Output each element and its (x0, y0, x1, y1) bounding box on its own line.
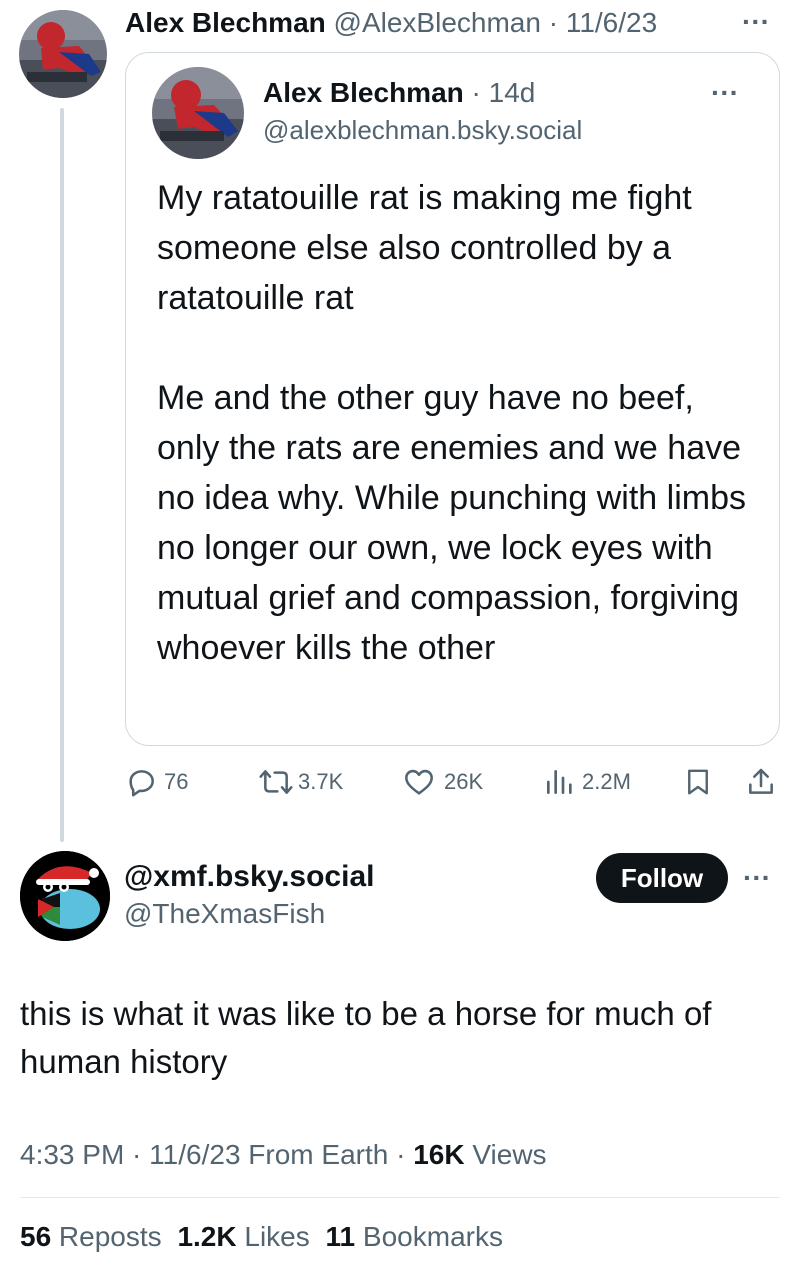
parent-separator: · (540, 7, 566, 38)
bookmarks-stat[interactable]: 11 Bookmarks (326, 1221, 503, 1252)
reply-author-handle[interactable]: @TheXmasFish (124, 896, 325, 932)
meta-separator-2: · (388, 1139, 414, 1170)
reply-more-icon[interactable]: ··· (743, 860, 771, 896)
follow-button[interactable]: Follow (596, 853, 728, 903)
meta-views-label: Views (464, 1139, 547, 1170)
share-button[interactable] (745, 762, 777, 802)
share-icon (749, 768, 773, 794)
views-button[interactable]: 2.2M (542, 762, 631, 802)
parent-author-handle[interactable]: @AlexBlechman (334, 7, 541, 38)
quoted-more-icon[interactable]: ··· (711, 75, 739, 111)
thread-line (60, 108, 64, 842)
reply-author-name[interactable]: @xmf.bsky.social (124, 858, 374, 896)
likes-count: 1.2K (177, 1221, 237, 1252)
like-count: 26K (444, 769, 484, 794)
quoted-author-name: Alex Blechman (263, 77, 464, 108)
quoted-age: 14d (488, 77, 536, 108)
reposts-label: Reposts (51, 1221, 162, 1252)
parent-avatar[interactable] (19, 10, 107, 98)
likes-label: Likes (236, 1221, 310, 1252)
reply-avatar[interactable] (20, 851, 110, 941)
quoted-handle: @alexblechman.bsky.social (263, 115, 583, 145)
reply-text: this is what it was like to be a horse f… (20, 995, 712, 1080)
reposts-count: 56 (20, 1221, 52, 1252)
bookmark-icon (688, 769, 708, 795)
meta-time[interactable]: 4:33 PM (20, 1139, 124, 1170)
meta-views-count: 16K (413, 1139, 465, 1170)
parent-date[interactable]: 11/6/23 (566, 7, 657, 38)
like-icon (405, 769, 433, 795)
quoted-post-card[interactable]: Alex Blechman · 14d @alexblechman.bsky.s… (125, 52, 780, 746)
bookmarks-count: 11 (325, 1221, 356, 1252)
quoted-separator: · (471, 77, 481, 108)
bookmark-button[interactable] (683, 762, 713, 802)
parent-header: Alex Blechman @AlexBlechman · 11/6/23 (125, 4, 657, 44)
meta-separator-1: · (124, 1139, 150, 1170)
parent-more-icon[interactable]: ··· (742, 4, 770, 40)
repost-count: 3.7K (298, 769, 344, 794)
views-icon (547, 770, 572, 794)
like-button[interactable]: 26K (402, 762, 483, 802)
quoted-avatar (152, 67, 244, 159)
quoted-paragraph-1: My ratatouille rat is making me fight so… (157, 179, 692, 317)
divider (20, 1197, 780, 1198)
engagement-stats: 56 Reposts 1.2K Likes 11 Bookmarks (20, 1218, 503, 1256)
parent-author-name[interactable]: Alex Blechman (125, 7, 326, 38)
reply-count: 76 (164, 769, 189, 794)
reply-meta: 4:33 PM · 11/6/23 From Earth · 16K Views (20, 1136, 547, 1174)
views-count: 2.2M (582, 769, 631, 794)
bookmarks-label: Bookmarks (355, 1221, 503, 1252)
repost-button[interactable]: 3.7K (258, 762, 343, 802)
repost-icon (259, 770, 293, 794)
quoted-header: Alex Blechman · 14d (263, 75, 535, 111)
quoted-paragraph-2: Me and the other guy have no beef, only … (157, 379, 746, 667)
meta-date-source: 11/6/23 From Earth (149, 1139, 389, 1170)
reply-icon (129, 770, 154, 797)
reposts-stat[interactable]: 56 Reposts (20, 1221, 162, 1252)
likes-stat[interactable]: 1.2K Likes (177, 1221, 309, 1252)
reply-button[interactable]: 76 (126, 762, 188, 802)
